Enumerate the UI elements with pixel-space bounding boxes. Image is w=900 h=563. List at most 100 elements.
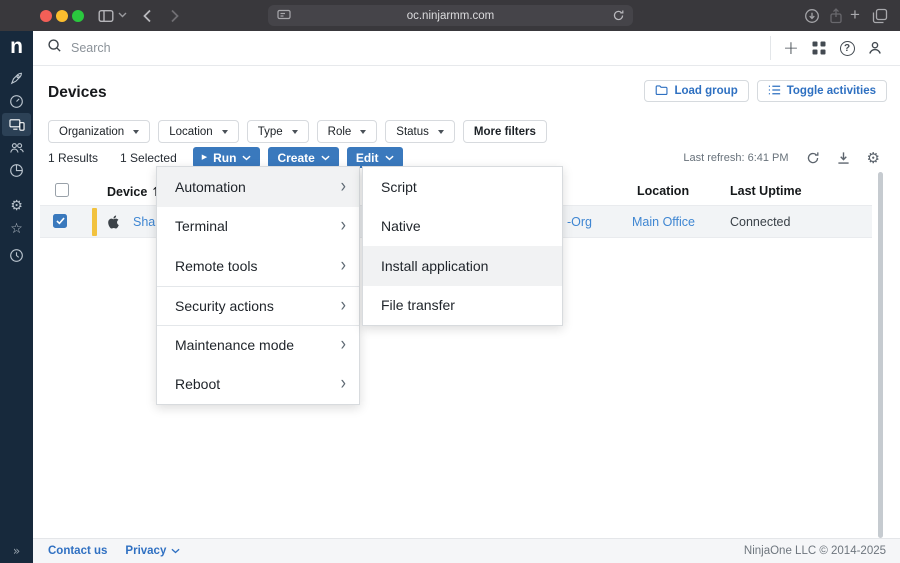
search-input[interactable] [71,41,271,55]
submenu-item-install-application[interactable]: Install application [363,246,562,286]
caret-down-icon [360,130,366,134]
status-filter[interactable]: Status [385,120,455,143]
favorites-star-icon[interactable]: ☆ [0,218,33,240]
devices-icon[interactable] [0,113,33,135]
submenu-item-script[interactable]: Script [363,167,562,207]
menu-item-remote-tools[interactable]: Remote tools › [157,246,359,286]
back-icon[interactable] [140,8,156,24]
run-button-label: Run [213,151,236,165]
share-icon[interactable] [828,8,844,24]
apps-grid-icon[interactable] [805,31,833,65]
automation-submenu: Script Native Install application File t… [362,166,563,326]
chevron-right-icon: › [341,373,346,395]
role-filter[interactable]: Role [317,120,378,143]
ninjaone-logo[interactable]: n [0,35,33,59]
more-filters-button[interactable]: More filters [463,120,547,143]
run-button[interactable]: ▶ Run [193,147,261,168]
create-button-label: Create [277,151,314,165]
chevron-down-icon [321,155,330,161]
privacy-label: Privacy [125,545,166,557]
privacy-link[interactable]: Privacy [125,545,180,557]
reader-icon [277,9,291,25]
table-scrollbar[interactable] [878,172,883,538]
check-icon [56,217,65,225]
end-users-icon[interactable] [0,136,33,158]
menu-item-label: Automation [175,179,246,195]
location-filter[interactable]: Location [158,120,238,143]
new-tab-icon[interactable]: + [850,5,866,21]
tab-overview-icon[interactable] [872,8,888,24]
menu-item-label: Maintenance mode [175,337,294,353]
type-filter-label: Type [258,126,283,138]
menu-item-maintenance-mode[interactable]: Maintenance mode › [157,325,359,365]
activity-list-icon [768,84,781,99]
search-icon [47,38,62,58]
location-column-header[interactable]: Location [637,184,689,198]
reporting-pie-icon[interactable] [0,159,33,181]
dashboard-icon[interactable] [0,90,33,112]
help-icon[interactable]: ? [833,31,861,65]
app-footer: Contact us Privacy NinjaOne LLC © 2014-2… [33,538,900,563]
organization-filter[interactable]: Organization [48,120,150,143]
submenu-item-label: Install application [381,258,488,274]
menu-item-label: Security actions [175,298,274,314]
row-checkbox[interactable] [53,214,67,228]
menu-item-automation[interactable]: Automation › [157,167,359,207]
recent-history-icon[interactable] [0,244,33,266]
submenu-item-label: Native [381,218,421,234]
caret-down-icon [222,130,228,134]
more-filters-label: More filters [474,126,536,138]
app-topbar: + ? [33,31,900,66]
topbar-divider [770,36,771,60]
organization-filter-label: Organization [59,126,124,138]
copyright-text: NinjaOne LLC © 2014-2025 [744,545,886,557]
device-status-bar [92,208,97,236]
menu-item-security-actions[interactable]: Security actions › [157,286,359,326]
organization-link[interactable]: -Org [567,215,592,229]
last-uptime-column-header[interactable]: Last Uptime [730,184,802,198]
zoom-window-button[interactable] [72,10,84,22]
getting-started-rocket-icon[interactable] [0,67,33,89]
submenu-item-file-transfer[interactable]: File transfer [363,286,562,326]
load-group-button[interactable]: Load group [644,80,748,102]
forward-icon[interactable] [166,8,182,24]
play-icon: ▶ [202,154,207,161]
table-settings-gear-icon[interactable]: ⚙ [867,149,880,167]
minimize-window-button[interactable] [56,10,68,22]
refresh-icon[interactable] [806,151,820,165]
chevron-right-icon: › [341,334,346,356]
user-profile-icon[interactable] [861,31,889,65]
chevron-down-icon [242,155,251,161]
address-bar[interactable]: oc.ninjarmm.com [268,5,633,26]
create-button[interactable]: Create [268,147,338,168]
select-all-checkbox[interactable] [55,183,69,197]
device-column-header[interactable]: Device ↑ [107,184,161,199]
sidebar-expand-icon[interactable]: » [0,544,33,558]
caret-down-icon [292,130,298,134]
downloads-icon[interactable] [804,8,820,24]
export-download-icon[interactable] [837,151,850,165]
reload-icon[interactable] [612,9,625,25]
menu-item-terminal[interactable]: Terminal › [157,207,359,247]
sidebar-chevron-icon[interactable] [118,12,134,28]
folder-icon [655,84,668,99]
close-window-button[interactable] [40,10,52,22]
location-link[interactable]: Main Office [632,215,695,229]
chevron-right-icon: › [341,295,346,317]
edit-button[interactable]: Edit [347,147,403,168]
menu-item-label: Reboot [175,376,220,392]
type-filter[interactable]: Type [247,120,309,143]
menu-item-label: Remote tools [175,258,257,274]
add-icon[interactable]: + [777,31,805,65]
selected-count: 1 Selected [120,151,177,165]
role-filter-label: Role [328,126,352,138]
url-text: oc.ninjarmm.com [407,10,495,22]
menu-item-reboot[interactable]: Reboot › [157,365,359,405]
administration-gear-icon[interactable]: ⚙ [0,195,33,217]
sidebar-toggle-icon[interactable] [98,8,114,24]
chevron-right-icon: › [341,255,346,277]
device-name-link[interactable]: Sha [133,215,155,229]
toggle-activities-button[interactable]: Toggle activities [757,80,887,102]
contact-us-link[interactable]: Contact us [48,545,107,557]
submenu-item-native[interactable]: Native [363,207,562,247]
